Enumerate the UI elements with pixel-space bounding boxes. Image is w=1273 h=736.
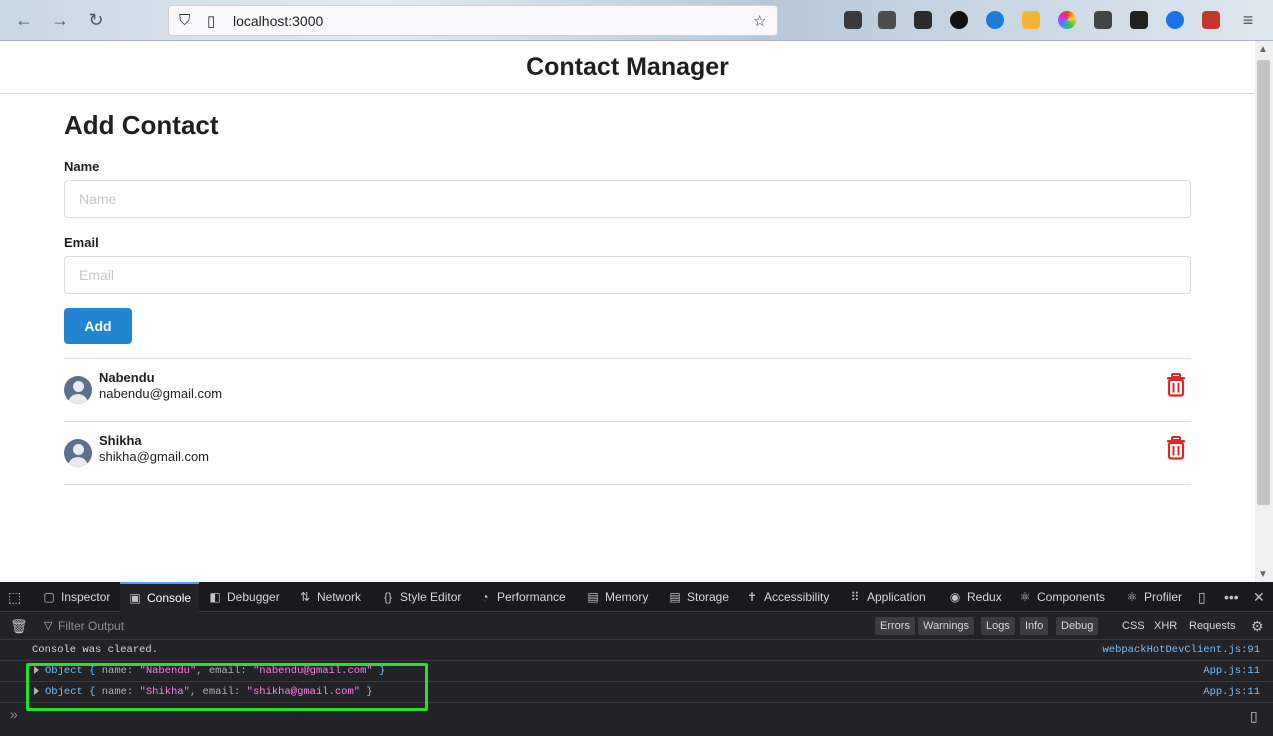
- tab-application[interactable]: ⠿ Application: [848, 582, 926, 612]
- contact-name: Nabendu: [99, 370, 155, 385]
- trash-icon[interactable]: [1166, 436, 1186, 460]
- tab-style-editor[interactable]: {} Style Editor: [381, 582, 461, 612]
- url-bar[interactable]: ⛉ ▯ localhost:3000 ☆: [168, 5, 778, 36]
- accessibility-icon: ✝: [746, 590, 758, 604]
- react-icon: ⚛: [1126, 590, 1138, 604]
- tab-storage[interactable]: ▤ Storage: [668, 582, 729, 612]
- red-extension-icon[interactable]: [1202, 11, 1220, 29]
- dock-icon[interactable]: ▯: [1198, 582, 1206, 612]
- scroll-down-icon[interactable]: ▼: [1258, 569, 1268, 580]
- inspector-icon: ▢: [43, 590, 55, 604]
- tab-console[interactable]: ▣ Console: [120, 582, 200, 612]
- trash-icon[interactable]: [1166, 373, 1186, 397]
- wrench-icon[interactable]: [914, 11, 932, 29]
- css-filter-button[interactable]: CSS: [1122, 617, 1145, 635]
- filter-input[interactable]: Filter Output: [58, 619, 124, 633]
- play-extension-icon[interactable]: [1166, 11, 1184, 29]
- page-title: Contact Manager: [526, 53, 729, 81]
- scrollbar-thumb[interactable]: [1257, 60, 1270, 505]
- console-source-link[interactable]: App.js:11: [1203, 686, 1260, 698]
- twd-extension-icon[interactable]: [950, 11, 968, 29]
- list-divider: [64, 358, 1191, 359]
- memory-icon: ▤: [587, 590, 599, 604]
- redux-icon: ◉: [949, 590, 961, 604]
- avatar: [64, 376, 92, 404]
- name-input[interactable]: [64, 180, 1191, 218]
- contact-item: Shikha shikha@gmail.com: [64, 433, 1191, 501]
- tab-components[interactable]: ⚛ Components: [1018, 582, 1105, 612]
- avatar: [64, 439, 92, 467]
- name-label: Name: [64, 159, 100, 174]
- console-icon: ▣: [129, 591, 141, 605]
- screen-extension-icon[interactable]: [1022, 11, 1040, 29]
- level-logs-button[interactable]: Logs: [981, 617, 1015, 635]
- trash-icon[interactable]: 🗑: [10, 611, 28, 641]
- settings-gear-icon[interactable]: ⚙: [1251, 611, 1264, 641]
- level-debug-button[interactable]: Debug: [1056, 617, 1099, 635]
- devtools-tabbar: ⬚ ▢ Inspector ▣ Console ◧ Debugger ⇅ Network…: [0, 582, 1273, 612]
- globe-extension-icon[interactable]: [986, 11, 1004, 29]
- tab-network[interactable]: ⇅ Network: [298, 582, 361, 612]
- react-icon: ⚛: [1019, 590, 1031, 604]
- sidebar-toggle-icon[interactable]: ▯: [1250, 704, 1258, 728]
- level-errors-button[interactable]: Errors: [875, 617, 915, 635]
- tab-inspector[interactable]: ▢ Inspector: [42, 582, 110, 612]
- bookmark-star-icon[interactable]: ☆: [753, 12, 766, 30]
- highlight-box: [26, 663, 428, 711]
- requests-filter-button[interactable]: Requests: [1189, 617, 1235, 635]
- network-icon: ⇅: [299, 590, 311, 604]
- style-editor-icon: {}: [383, 590, 392, 604]
- list-divider: [64, 421, 1191, 422]
- forward-arrow-icon[interactable]: →: [48, 8, 72, 32]
- add-button[interactable]: Add: [64, 308, 132, 344]
- contact-email: shikha@gmail.com: [99, 449, 210, 464]
- console-source-link[interactable]: App.js:11: [1203, 665, 1260, 677]
- browser-toolbar: ← → ↻ ⛉ ▯ localhost:3000 ☆ ≡: [0, 0, 1273, 41]
- filter-icon: ▽: [44, 620, 53, 632]
- email-label: Email: [64, 235, 99, 250]
- level-warnings-button[interactable]: Warnings: [918, 617, 975, 635]
- tab-accessibility[interactable]: ✝ Accessibility: [745, 582, 829, 612]
- console-source-link[interactable]: webpackHotDevClient.js:91: [1102, 644, 1260, 656]
- performance-icon: ◔: [481, 590, 489, 604]
- contact-item: Nabendu nabendu@gmail.com: [64, 370, 1191, 438]
- element-picker-icon[interactable]: ⬚: [8, 582, 21, 612]
- storage-icon: ▤: [669, 590, 681, 604]
- console-filter-bar: 🗑 ▽ Filter Output Errors Warnings Logs I…: [0, 613, 1273, 640]
- xhr-filter-button[interactable]: XHR: [1154, 617, 1177, 635]
- shield-icon[interactable]: ⛉: [179, 12, 190, 29]
- console-prompt[interactable]: »: [10, 706, 18, 722]
- tab-profiler[interactable]: ⚛ Profiler: [1125, 582, 1182, 612]
- list-divider: [64, 484, 1191, 485]
- download-icon[interactable]: [878, 11, 896, 29]
- menu-icon[interactable]: ≡: [1236, 8, 1260, 32]
- console-message: Console was cleared.: [32, 644, 159, 656]
- page-icon: ▯: [207, 13, 216, 30]
- level-info-button[interactable]: Info: [1020, 617, 1049, 635]
- tab-memory[interactable]: ▤ Memory: [586, 582, 648, 612]
- contact-email: nabendu@gmail.com: [99, 386, 223, 401]
- url-text[interactable]: localhost:3000: [233, 13, 323, 29]
- tab-redux[interactable]: ◉ Redux: [948, 582, 1002, 612]
- close-icon[interactable]: ✕: [1253, 582, 1265, 612]
- contact-name: Shikha: [99, 433, 142, 448]
- console-row: Console was cleared. webpackHotDevClient…: [0, 640, 1273, 661]
- devtools-panel: ⬚ ▢ Inspector ▣ Console ◧ Debugger ⇅ Network…: [0, 582, 1273, 736]
- tab-performance[interactable]: ◔ Performance: [478, 582, 565, 612]
- debugger-icon: ◧: [209, 590, 221, 604]
- more-options-icon[interactable]: •••: [1224, 582, 1239, 612]
- scroll-up-icon[interactable]: ▲: [1258, 44, 1268, 55]
- notes-extension-icon[interactable]: [1094, 11, 1112, 29]
- back-arrow-icon[interactable]: ←: [12, 8, 36, 32]
- email-input[interactable]: [64, 256, 1191, 294]
- form-heading: Add Contact: [64, 110, 219, 140]
- color-picker-icon[interactable]: [1058, 11, 1076, 29]
- pocket-icon[interactable]: [844, 11, 862, 29]
- application-icon: ⠿: [850, 590, 860, 604]
- tab-debugger[interactable]: ◧ Debugger: [208, 582, 279, 612]
- gnome-extension-icon[interactable]: [1130, 11, 1148, 29]
- reload-icon[interactable]: ↻: [84, 8, 108, 32]
- app-header: Contact Manager: [0, 41, 1255, 94]
